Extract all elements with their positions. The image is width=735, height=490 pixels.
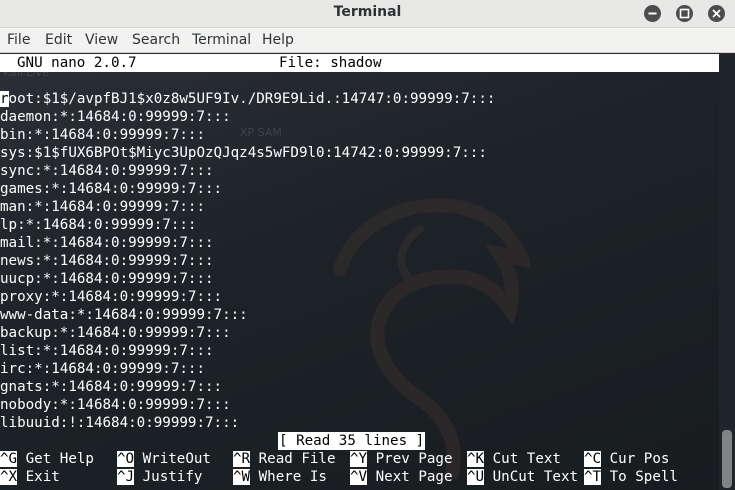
file-line-text: uucp:*:14684:0:99999:7::: bbox=[0, 271, 214, 287]
shortcut-label: To Spell bbox=[601, 469, 678, 485]
shortcut-label: Exit bbox=[17, 469, 60, 485]
shortcut-key: ^W bbox=[233, 469, 251, 485]
file-line-text: gnats:*:14684:0:99999:7::: bbox=[0, 379, 223, 395]
file-line-text: www-data:*:14684:0:99999:7::: bbox=[0, 307, 248, 323]
shortcut-key: ^O bbox=[117, 451, 135, 467]
file-line: www-data:*:14684:0:99999:7::: bbox=[0, 306, 495, 324]
file-line-text: sync:*:14684:0:99999:7::: bbox=[0, 163, 214, 179]
shortcut-item: ^R Read File bbox=[233, 450, 336, 468]
window-titlebar[interactable]: Terminal bbox=[0, 0, 735, 28]
shortcut-label: Prev Page bbox=[367, 451, 453, 467]
file-line-text: daemon:*:14684:0:99999:7::: bbox=[0, 109, 231, 125]
shortcut-label: WriteOut bbox=[134, 451, 211, 467]
shortcut-label: UnCut Text bbox=[484, 469, 579, 485]
shortcut-key: ^Y bbox=[350, 451, 368, 467]
shortcut-label: Where Is bbox=[250, 469, 327, 485]
shortcut-item: ^K Cut Text bbox=[467, 450, 561, 468]
close-icon bbox=[712, 9, 721, 18]
text-cursor: r bbox=[0, 91, 9, 107]
shortcut-label: Cur Pos bbox=[601, 451, 670, 467]
shortcut-label: Get Help bbox=[17, 451, 94, 467]
file-line-text: proxy:*:14684:0:99999:7::: bbox=[0, 289, 223, 305]
shortcut-item: ^C Cur Pos bbox=[584, 450, 669, 468]
file-line-text: backup:*:14684:0:99999:7::: bbox=[0, 325, 231, 341]
file-line: root:$1$/avpfBJ1$x0z8w5UF9Iv./DR9E9Lid.:… bbox=[0, 90, 495, 108]
menu-view[interactable]: View bbox=[85, 32, 118, 48]
file-line: backup:*:14684:0:99999:7::: bbox=[0, 324, 495, 342]
shortcut-key: ^C bbox=[584, 451, 602, 467]
menu-search[interactable]: Search bbox=[132, 32, 180, 48]
shortcut-key: ^U bbox=[467, 469, 485, 485]
shortcut-item: ^G Get Help bbox=[0, 450, 94, 468]
maximize-icon bbox=[679, 8, 690, 19]
shortcut-key: ^T bbox=[584, 469, 602, 485]
menu-edit[interactable]: Edit bbox=[45, 32, 72, 48]
shortcut-key: ^J bbox=[117, 469, 135, 485]
file-line-text: sys:$1$fUX6BPOt$Miyc3UpOzQJqz4s5wFD9l0:1… bbox=[0, 145, 487, 161]
menu-terminal[interactable]: Terminal bbox=[192, 32, 251, 48]
file-line: news:*:14684:0:99999:7::: bbox=[0, 252, 495, 270]
file-line: man:*:14684:0:99999:7::: bbox=[0, 198, 495, 216]
menu-file[interactable]: File bbox=[7, 32, 30, 48]
file-line: sync:*:14684:0:99999:7::: bbox=[0, 162, 495, 180]
terminal-area[interactable]: Kali Live XP SAM GNU nano 2.0.7 File: sh… bbox=[0, 54, 735, 490]
file-line: libuuid:!:14684:0:99999:7::: bbox=[0, 414, 495, 432]
shortcut-key: ^K bbox=[467, 451, 485, 467]
minimize-icon bbox=[648, 12, 657, 15]
shortcut-label: Next Page bbox=[367, 469, 453, 485]
shortcut-item: ^X Exit bbox=[0, 468, 60, 486]
close-button[interactable] bbox=[708, 5, 725, 22]
file-line-text: mail:*:14684:0:99999:7::: bbox=[0, 235, 214, 251]
menu-help[interactable]: Help bbox=[262, 32, 294, 48]
file-line: daemon:*:14684:0:99999:7::: bbox=[0, 108, 495, 126]
file-line-text: oot:$1$/avpfBJ1$x0z8w5UF9Iv./DR9E9Lid.:1… bbox=[8, 91, 496, 107]
file-line: gnats:*:14684:0:99999:7::: bbox=[0, 378, 495, 396]
shortcut-key: ^V bbox=[350, 469, 368, 485]
terminal-scrollbar[interactable] bbox=[719, 54, 735, 490]
shortcut-item: ^Y Prev Page bbox=[350, 450, 453, 468]
shortcut-key: ^G bbox=[0, 451, 18, 467]
file-line: sys:$1$fUX6BPOt$Miyc3UpOzQJqz4s5wFD9l0:1… bbox=[0, 144, 495, 162]
shortcut-label: Cut Text bbox=[484, 451, 561, 467]
file-line: bin:*:14684:0:99999:7::: bbox=[0, 126, 495, 144]
menubar: File Edit View Search Terminal Help bbox=[0, 28, 735, 53]
shortcut-item: ^O WriteOut bbox=[117, 450, 211, 468]
file-line-text: lp:*:14684:0:99999:7::: bbox=[0, 217, 197, 233]
file-line: nobody:*:14684:0:99999:7::: bbox=[0, 396, 495, 414]
minimize-button[interactable] bbox=[644, 5, 661, 22]
file-line: mail:*:14684:0:99999:7::: bbox=[0, 234, 495, 252]
file-line: games:*:14684:0:99999:7::: bbox=[0, 180, 495, 198]
shortcut-item: ^W Where Is bbox=[233, 468, 327, 486]
nano-status-message: [ Read 35 lines ] bbox=[278, 432, 426, 450]
file-line: irc:*:14684:0:99999:7::: bbox=[0, 360, 495, 378]
nano-header-bar: GNU nano 2.0.7 File: shadow bbox=[0, 54, 719, 72]
shortcut-item: ^J Justify bbox=[117, 468, 202, 486]
shortcut-item: ^T To Spell bbox=[584, 468, 678, 486]
file-line-text: man:*:14684:0:99999:7::: bbox=[0, 199, 205, 215]
maximize-button[interactable] bbox=[676, 5, 693, 22]
shortcut-label: Read File bbox=[250, 451, 336, 467]
shortcut-item: ^V Next Page bbox=[350, 468, 453, 486]
window-title: Terminal bbox=[333, 4, 402, 20]
shortcut-label: Justify bbox=[134, 469, 203, 485]
file-line-text: irc:*:14684:0:99999:7::: bbox=[0, 361, 205, 377]
file-line: proxy:*:14684:0:99999:7::: bbox=[0, 288, 495, 306]
shortcut-item: ^U UnCut Text bbox=[467, 468, 578, 486]
shortcut-key: ^R bbox=[233, 451, 251, 467]
file-line: uucp:*:14684:0:99999:7::: bbox=[0, 270, 495, 288]
scrollbar-thumb[interactable] bbox=[722, 430, 732, 488]
file-line-text: bin:*:14684:0:99999:7::: bbox=[0, 127, 205, 143]
file-line-text: list:*:14684:0:99999:7::: bbox=[0, 343, 214, 359]
nano-filename: File: shadow bbox=[279, 55, 382, 71]
file-content[interactable]: root:$1$/avpfBJ1$x0z8w5UF9Iv./DR9E9Lid.:… bbox=[0, 90, 495, 432]
file-line: list:*:14684:0:99999:7::: bbox=[0, 342, 495, 360]
file-line-text: games:*:14684:0:99999:7::: bbox=[0, 181, 223, 197]
file-line-text: nobody:*:14684:0:99999:7::: bbox=[0, 397, 231, 413]
shortcut-key: ^X bbox=[0, 469, 18, 485]
file-line: lp:*:14684:0:99999:7::: bbox=[0, 216, 495, 234]
file-line-text: news:*:14684:0:99999:7::: bbox=[0, 253, 214, 269]
file-line-text: libuuid:!:14684:0:99999:7::: bbox=[0, 415, 240, 431]
nano-version: GNU nano 2.0.7 bbox=[17, 55, 137, 71]
